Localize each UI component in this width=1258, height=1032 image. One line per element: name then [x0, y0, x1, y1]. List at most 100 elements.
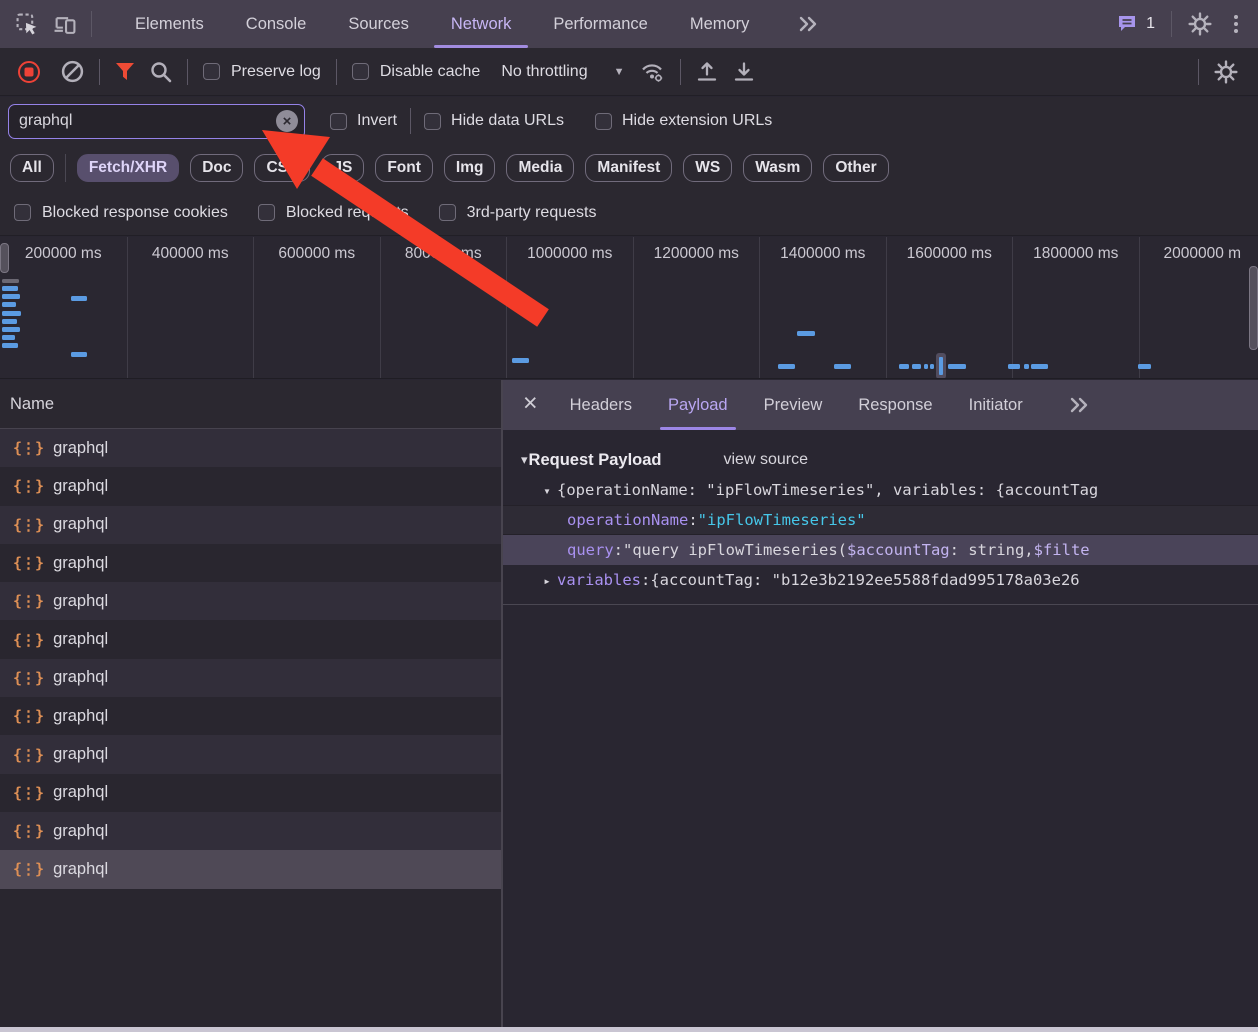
clear-filter-icon[interactable]: ×: [276, 110, 298, 132]
expander-triangle-icon[interactable]: ▸: [537, 573, 557, 588]
timeline-request-bar: [2, 279, 19, 283]
preserve-log-checkbox[interactable]: Preserve log: [203, 63, 321, 81]
blocked-requests-checkbox[interactable]: Blocked requests: [258, 204, 409, 222]
3rd-party-requests-checkbox[interactable]: 3rd-party requests: [439, 204, 597, 222]
payload-row[interactable]: query: "query ipFlowTimeseries($accountT…: [503, 535, 1258, 565]
device-toolbar-icon[interactable]: [53, 13, 77, 36]
timeline-tick-label: 2000000 m: [1140, 245, 1258, 263]
filter-chip-other[interactable]: Other: [823, 154, 888, 182]
checkbox-box[interactable]: [424, 113, 441, 130]
devtools-tabbar: ElementsConsoleSourcesNetworkPerformance…: [0, 0, 1258, 48]
issues-message-icon[interactable]: [1116, 13, 1138, 35]
request-details-pane: × HeadersPayloadPreviewResponseInitiator…: [503, 380, 1258, 1027]
detail-tabs: × HeadersPayloadPreviewResponseInitiator: [503, 380, 1258, 430]
checkbox-box[interactable]: [595, 113, 612, 130]
filter-chip-fetch-xhr[interactable]: Fetch/XHR: [77, 154, 179, 182]
blocked-response-cookies-checkbox[interactable]: Blocked response cookies: [14, 204, 228, 222]
hide-data-urls-checkbox[interactable]: Hide data URLs: [424, 112, 564, 130]
timeline-tick-label: 1600000 ms: [887, 245, 1013, 263]
customize-menu-icon[interactable]: [1228, 13, 1244, 35]
tab-memory[interactable]: Memory: [669, 0, 771, 48]
checkbox-box[interactable]: [258, 204, 275, 221]
disable-cache-checkbox[interactable]: Disable cache: [352, 63, 481, 81]
table-row[interactable]: {⋮}graphql: [0, 620, 501, 658]
clear-network-log-icon[interactable]: [61, 60, 84, 83]
filter-funnel-icon[interactable]: [115, 62, 135, 81]
payload-row[interactable]: ▸variables: {accountTag: "b12e3b2192ee55…: [503, 565, 1258, 595]
filter-chip-doc[interactable]: Doc: [190, 154, 243, 182]
detail-tab-preview[interactable]: Preview: [746, 380, 841, 430]
tab-elements[interactable]: Elements: [114, 0, 225, 48]
timeline-request-bar: [2, 294, 20, 299]
devtools-window: ElementsConsoleSourcesNetworkPerformance…: [0, 0, 1258, 1032]
payload-key: operationName: [567, 511, 688, 529]
more-tabs-button[interactable]: [776, 0, 840, 48]
filter-chip-img[interactable]: Img: [444, 154, 496, 182]
network-conditions-icon[interactable]: [639, 60, 665, 83]
tab-performance[interactable]: Performance: [532, 0, 668, 48]
inspect-element-icon[interactable]: [16, 13, 39, 36]
timeline-drag-handle[interactable]: [1249, 266, 1258, 350]
payload-row[interactable]: ▾{operationName: "ipFlowTimeseries", var…: [503, 475, 1258, 505]
filter-input[interactable]: [8, 104, 305, 139]
detail-tab-response[interactable]: Response: [840, 380, 950, 430]
tab-sources[interactable]: Sources: [327, 0, 430, 48]
divider: [65, 154, 66, 182]
table-row[interactable]: {⋮}graphql: [0, 544, 501, 582]
timeline-request-bar: [834, 364, 851, 369]
filter-chip-media[interactable]: Media: [506, 154, 574, 182]
table-row[interactable]: {⋮}graphql: [0, 429, 501, 467]
divider: [99, 59, 100, 85]
filter-chip-css[interactable]: CSS: [254, 154, 310, 182]
timeline-request-bar: [1031, 364, 1048, 369]
collapse-triangle-icon[interactable]: ▾: [521, 452, 528, 468]
network-settings-gear-icon[interactable]: [1214, 60, 1238, 84]
table-row[interactable]: {⋮}graphql: [0, 467, 501, 505]
checkbox-box[interactable]: [14, 204, 31, 221]
tab-console[interactable]: Console: [225, 0, 328, 48]
timeline-drag-handle[interactable]: [0, 243, 9, 273]
filter-chip-manifest[interactable]: Manifest: [585, 154, 672, 182]
invert-checkbox[interactable]: Invert: [330, 112, 397, 130]
table-row[interactable]: {⋮}graphql: [0, 774, 501, 812]
tab-network[interactable]: Network: [430, 0, 533, 48]
table-row[interactable]: {⋮}graphql: [0, 697, 501, 735]
timeline-column: 1800000 ms: [1012, 237, 1139, 378]
import-har-icon[interactable]: [696, 60, 718, 83]
export-har-icon[interactable]: [733, 60, 755, 83]
filter-chip-js[interactable]: JS: [321, 154, 364, 182]
network-overview-timeline[interactable]: 200000 ms400000 ms600000 ms800000 ms1000…: [0, 237, 1258, 379]
payload-row[interactable]: operationName: "ipFlowTimeseries": [503, 505, 1258, 535]
table-row[interactable]: {⋮}graphql: [0, 506, 501, 544]
name-column-header[interactable]: Name: [0, 380, 501, 429]
table-row[interactable]: {⋮}graphql: [0, 812, 501, 850]
checkbox-box[interactable]: [203, 63, 220, 80]
filter-chip-wasm[interactable]: Wasm: [743, 154, 812, 182]
expander-triangle-icon[interactable]: ▾: [537, 483, 557, 498]
filter-chip-font[interactable]: Font: [375, 154, 433, 182]
filter-input-wrap: ×: [8, 104, 305, 139]
checkbox-box[interactable]: [439, 204, 456, 221]
view-source-link[interactable]: view source: [724, 451, 808, 469]
table-row[interactable]: {⋮}graphql: [0, 582, 501, 620]
table-row[interactable]: {⋮}graphql: [0, 850, 501, 888]
close-details-icon[interactable]: ×: [503, 389, 552, 421]
settings-gear-icon[interactable]: [1188, 12, 1212, 36]
detail-tab-initiator[interactable]: Initiator: [951, 380, 1041, 430]
more-detail-tabs-button[interactable]: [1047, 380, 1111, 430]
record-network-log-button[interactable]: [18, 61, 40, 83]
payload-panel: ▾ Request Payload view source ▾{operatio…: [503, 430, 1258, 605]
checkbox-box[interactable]: [352, 63, 369, 80]
hide-extension-urls-checkbox[interactable]: Hide extension URLs: [595, 112, 772, 130]
detail-tab-payload[interactable]: Payload: [650, 380, 746, 430]
filter-chip-all[interactable]: All: [10, 154, 54, 182]
timeline-request-bar: [71, 352, 87, 357]
checkbox-box[interactable]: [330, 113, 347, 130]
table-row[interactable]: {⋮}graphql: [0, 659, 501, 697]
detail-tab-headers[interactable]: Headers: [552, 380, 650, 430]
filter-chip-ws[interactable]: WS: [683, 154, 732, 182]
table-row[interactable]: {⋮}graphql: [0, 735, 501, 773]
json-request-icon: {⋮}: [13, 860, 43, 878]
search-icon[interactable]: [150, 61, 172, 83]
throttling-select[interactable]: No throttling ▼: [501, 63, 624, 81]
